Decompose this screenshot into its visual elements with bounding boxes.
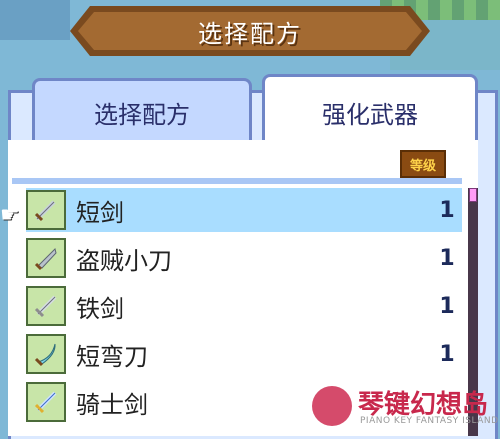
watermark-logo-icon (312, 386, 352, 426)
item-name: 短弯刀 (76, 342, 148, 371)
short-scimitar-icon (26, 334, 66, 374)
watermark-subtitle: PIANO KEY FANTASY ISLAND (360, 416, 499, 426)
watermark: 琴键幻想岛 PIANO KEY FANTASY ISLAND (312, 382, 500, 436)
list-item[interactable]: 铁剑 1 (26, 284, 462, 328)
item-level: 1 (439, 341, 455, 367)
tab-select-recipe[interactable]: 选择配方 (32, 78, 252, 143)
thief-dagger-icon (26, 238, 66, 278)
level-column-header: 等级 (400, 150, 446, 178)
tab-enhance-weapon[interactable]: 强化武器 (262, 74, 478, 147)
scrollbar-thumb[interactable] (469, 188, 477, 202)
item-name: 盗贼小刀 (76, 246, 172, 275)
window-title: 选择配方 (198, 19, 302, 48)
list-item[interactable]: 短弯刀 1 (26, 332, 462, 376)
item-name: 铁剑 (76, 294, 124, 323)
short-sword-icon (26, 190, 66, 230)
item-level: 1 (439, 293, 455, 319)
header-divider (12, 178, 462, 184)
pointing-hand-icon: ☛ (0, 203, 20, 228)
item-level: 1 (439, 245, 455, 271)
knight-sword-icon (26, 382, 66, 422)
list-item[interactable]: 盗贼小刀 1 (26, 236, 462, 280)
background-water (0, 0, 70, 40)
item-name: 短剑 (76, 198, 124, 227)
item-level: 1 (439, 197, 455, 223)
list-item[interactable]: 短剑 1 (26, 188, 462, 232)
iron-sword-icon (26, 286, 66, 326)
